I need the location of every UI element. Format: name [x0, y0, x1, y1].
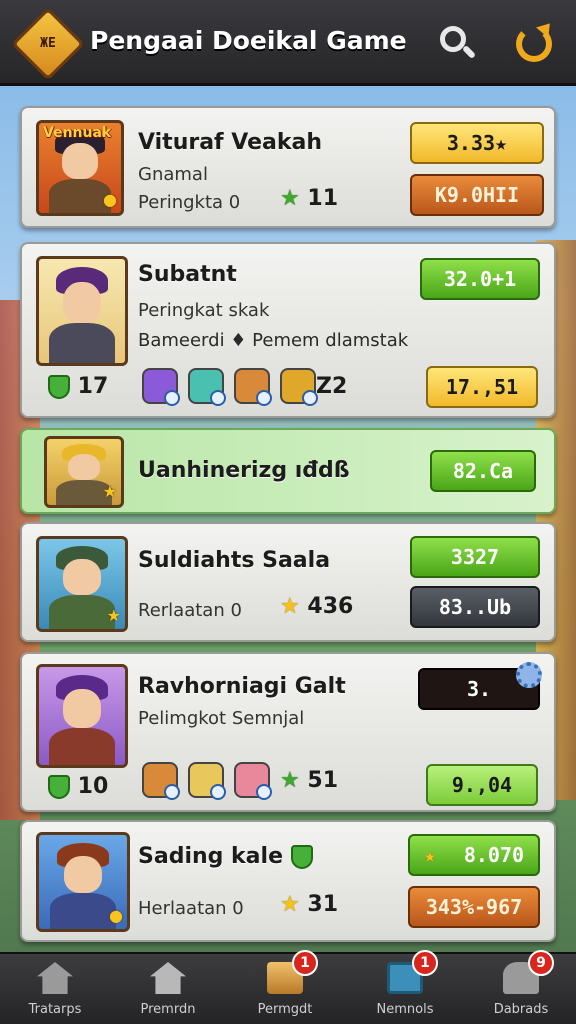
chest-icon[interactable]	[188, 368, 226, 406]
treasure-icon[interactable]	[280, 368, 318, 406]
shield-value: 10	[77, 774, 109, 799]
refresh-button[interactable]	[514, 18, 556, 64]
avatar: ★	[36, 536, 128, 632]
value-pill[interactable]: 83..Ub	[410, 586, 540, 628]
nav-item-5[interactable]: 9 Dabrads	[466, 950, 576, 1024]
medal-icon: ●	[103, 190, 117, 209]
value-pill[interactable]: K9.0HII	[410, 174, 544, 216]
shield-stat: 17	[48, 374, 108, 399]
player-subtitle: Peringkat skak	[138, 300, 270, 321]
app-logo: ЖЕ	[11, 7, 85, 81]
player-name: Subatnt	[138, 262, 237, 287]
list-item-player-2[interactable]: Subatnt Peringkat skak Bameerdi ♦ Pemem …	[20, 242, 556, 418]
player-rank: Peringkta 0	[138, 192, 241, 213]
gem-icon[interactable]	[142, 368, 180, 406]
player-name: Ravhorniagi Galt	[138, 674, 346, 699]
nav-item-2[interactable]: Premrdn	[113, 954, 223, 1024]
stat-value: 436	[307, 594, 354, 619]
app-logo-text: ЖЕ	[40, 36, 56, 51]
score-pill[interactable]: 32.0+1	[420, 258, 540, 300]
bottom-nav: Tratarps Premrdn 1 Permgdt 1 Nemnols 9 D…	[0, 950, 576, 1024]
item-row	[142, 762, 272, 800]
star-icon: ★	[280, 892, 300, 917]
player-name-text: Sading kale	[138, 844, 283, 869]
list-item-player-3[interactable]: ★ Uanhinerizg ıđdß 82.Ca	[20, 428, 556, 514]
player-subtitle: Gnamal	[138, 164, 208, 185]
star-badge-icon: ★	[102, 482, 117, 501]
item-count: Z2	[316, 374, 348, 399]
nav-item-1[interactable]: Tratarps	[0, 954, 110, 1024]
score-pill[interactable]: 82.Ca	[430, 450, 536, 492]
star-icon: ★	[280, 186, 300, 211]
nav-label: Nemnols	[376, 1002, 434, 1017]
player-stat: ★ 436	[280, 594, 353, 619]
nav-label: Permgdt	[257, 1002, 313, 1017]
value-pill[interactable]: 343%-967	[408, 886, 540, 928]
star-icon: ★	[280, 594, 300, 619]
shield-icon	[48, 775, 70, 799]
home-icon	[37, 962, 73, 994]
nav-label: Dabrads	[493, 1002, 549, 1017]
player-name: Suldiahts Saala	[138, 548, 331, 573]
player-name: Uanhinerizg ıđdß	[138, 458, 350, 483]
shield-stat: 10	[48, 774, 108, 799]
star-badge-icon: ★	[106, 606, 121, 625]
player-stat: ★ 51	[280, 768, 338, 793]
notification-badge: 1	[412, 950, 438, 976]
player-rank: Rerlaatan 0	[138, 600, 242, 621]
star-icon: ★	[423, 843, 436, 867]
avatar	[36, 664, 128, 768]
item-row	[142, 368, 318, 406]
basket-icon[interactable]	[142, 762, 180, 800]
list-item-player-5[interactable]: Ravhorniagi Galt Pelimgkot Semnjal 10 ★ …	[20, 652, 556, 812]
gear-icon[interactable]	[516, 662, 542, 688]
star-icon: ★	[280, 768, 300, 793]
stat-value: 51	[307, 768, 339, 793]
shell-icon[interactable]	[234, 368, 272, 406]
medal-icon: ●	[109, 906, 123, 925]
list-item-player-1[interactable]: Vennuak ● Vituraf Veakah Gnamal Peringkt…	[20, 106, 556, 228]
top-bar: ЖЕ Pengaai Doeikal Game	[0, 0, 576, 86]
verified-icon	[290, 845, 313, 869]
avatar: ★	[44, 436, 124, 508]
score-pill[interactable]: 3.33★	[410, 122, 544, 164]
list-item-player-4[interactable]: ★ Suldiahts Saala Rerlaatan 0 ★ 436 3327…	[20, 522, 556, 642]
avatar: ●	[36, 832, 130, 932]
list-item-player-6[interactable]: ● Sading kale Herlaatan 0 ★ 31 ★ 8.070 3…	[20, 820, 556, 942]
player-stat: ★ 31	[280, 892, 338, 917]
stat-value: 31	[307, 892, 339, 917]
avatar	[36, 256, 128, 366]
score-pill[interactable]: ★ 8.070	[408, 834, 540, 876]
potion-icon[interactable]	[188, 762, 226, 800]
app-title: Pengaai Doeikal Game	[90, 26, 407, 55]
player-subtitle: Pelimgkot Semnjal	[138, 708, 305, 729]
nav-label: Premrdn	[140, 1002, 196, 1017]
player-rank: Herlaatan 0	[138, 898, 244, 919]
player-stat: ★ 11	[280, 186, 338, 211]
search-button[interactable]	[436, 22, 478, 64]
score-value: 8.070	[463, 843, 525, 867]
avatar: Vennuak ●	[36, 120, 124, 216]
score-pill[interactable]: 3327	[410, 536, 540, 578]
nav-item-3[interactable]: 1 Permgdt	[230, 950, 340, 1024]
value-pill[interactable]: 9.,04	[426, 764, 538, 806]
shield-icon	[48, 375, 70, 399]
notification-badge: 1	[292, 950, 318, 976]
value-pill[interactable]: 17.,51	[426, 366, 538, 408]
player-name: Sading kale	[138, 844, 313, 869]
nav-item-4[interactable]: 1 Nemnols	[350, 950, 460, 1024]
notification-badge: 9	[528, 950, 554, 976]
nav-label: Tratarps	[28, 1002, 82, 1017]
house-icon	[150, 962, 186, 994]
avatar-tag: Vennuak	[43, 125, 112, 141]
stat-value: 11	[307, 186, 339, 211]
shell-icon[interactable]	[234, 762, 272, 800]
shield-value: 17	[77, 374, 109, 399]
player-name: Vituraf Veakah	[138, 130, 323, 155]
player-description: Bameerdi ♦ Pemem dlamstak	[138, 330, 409, 351]
